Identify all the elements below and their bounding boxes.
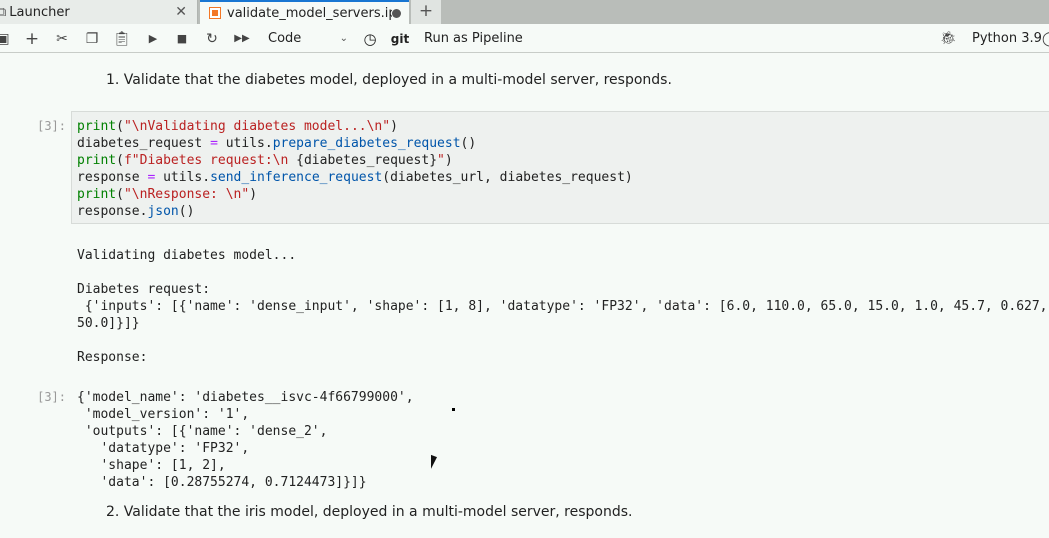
input-prompt: [3]: xyxy=(37,119,66,133)
code-token: () xyxy=(178,204,195,219)
code-token: "\nValidating diabetes model...\n" xyxy=(123,119,391,134)
output-prompt: [3]: xyxy=(37,390,66,404)
code-token: response xyxy=(77,170,148,185)
code-token: {diabetes_request} xyxy=(296,153,438,168)
code-token: print xyxy=(77,119,117,134)
code-token: ( xyxy=(116,187,124,202)
code-token: diabetes_request xyxy=(77,136,211,151)
code-token: "\nResponse: \n" xyxy=(123,187,250,202)
code-token: ) xyxy=(390,119,398,134)
cell-type-select[interactable]: Code ⌄ xyxy=(264,29,348,49)
code-cell-editor[interactable]: print("\nValidating diabetes model...\n"… xyxy=(71,111,1049,224)
notebook-toolbar: ▣ + ✂ ❐ 📋︎ ▶ ■ ↻ ▶▶ Code ⌄ ◷ git Run as … xyxy=(0,25,1049,53)
mouse-pointer-icon xyxy=(431,454,437,472)
markdown-cell-1: 1. Validate that the diabetes model, dep… xyxy=(106,72,672,88)
notebook-icon xyxy=(209,7,221,19)
kernel-name[interactable]: Python 3.9 xyxy=(972,29,1042,49)
code-token: f"Diabetes request:\n xyxy=(123,153,297,168)
tab-label: Launcher xyxy=(9,4,70,20)
restart-icon[interactable]: ↻ xyxy=(203,29,221,49)
tab-launcher[interactable]: ⧉ Launcher ✕ xyxy=(0,0,198,24)
code-token: utils. xyxy=(217,136,273,151)
code-token: () xyxy=(460,136,477,151)
tab-notebook[interactable]: validate_model_servers.ipynb xyxy=(200,0,409,24)
clock-icon[interactable]: ◷ xyxy=(361,29,379,49)
stop-icon[interactable]: ■ xyxy=(174,29,190,49)
new-tab-button[interactable]: + xyxy=(411,0,441,24)
code-text: print("\nValidating diabetes model...\n"… xyxy=(77,118,633,220)
code-token: response. xyxy=(77,204,148,219)
code-token: json xyxy=(147,204,179,219)
close-icon[interactable]: ✕ xyxy=(175,4,187,20)
code-token: ) xyxy=(249,187,258,202)
text-cursor-dot xyxy=(452,408,455,411)
code-token: ) xyxy=(444,153,453,168)
unsaved-dot-icon[interactable] xyxy=(392,8,401,18)
code-token: " xyxy=(437,153,445,168)
paste-icon[interactable]: 📋︎ xyxy=(113,29,131,49)
result-output: {'model_name': 'diabetes__isvc-4f6679900… xyxy=(77,390,414,490)
markdown-cell-2: 2. Validate that the iris model, deploye… xyxy=(106,504,633,520)
code-token: utils. xyxy=(155,170,211,185)
tab-bar: ⧉ Launcher ✕ validate_model_servers.ipyn… xyxy=(0,0,1049,24)
code-token: send_inference_request xyxy=(210,170,383,185)
code-token: ( xyxy=(116,119,124,134)
stdout-output: Validating diabetes model... Diabetes re… xyxy=(77,248,1048,365)
code-token: prepare_diabetes_request xyxy=(272,136,461,151)
code-token: print xyxy=(77,187,117,202)
git-button[interactable]: git xyxy=(389,29,411,49)
code-token: ( xyxy=(116,153,124,168)
code-token: print xyxy=(77,153,117,168)
run-as-pipeline-button[interactable]: Run as Pipeline xyxy=(424,29,523,49)
run-icon[interactable]: ▶ xyxy=(145,29,161,49)
code-token: = xyxy=(210,136,218,151)
code-token: (diabetes_url, diabetes_request) xyxy=(382,170,633,185)
save-icon[interactable]: ▣ xyxy=(0,29,10,49)
debugger-bug-icon[interactable]: 🐞︎ xyxy=(940,29,957,49)
cut-icon[interactable]: ✂ xyxy=(53,29,71,49)
copy-icon[interactable]: ❐ xyxy=(83,29,101,49)
kernel-status-icon: ◯ xyxy=(1042,29,1049,49)
add-cell-icon[interactable]: + xyxy=(24,29,40,49)
tab-label: validate_model_servers.ipynb xyxy=(227,5,392,21)
run-all-icon[interactable]: ▶▶ xyxy=(233,29,251,49)
chevron-down-icon: ⌄ xyxy=(339,33,348,44)
cell-type-value: Code xyxy=(268,31,302,46)
launcher-icon: ⧉ xyxy=(0,4,7,20)
